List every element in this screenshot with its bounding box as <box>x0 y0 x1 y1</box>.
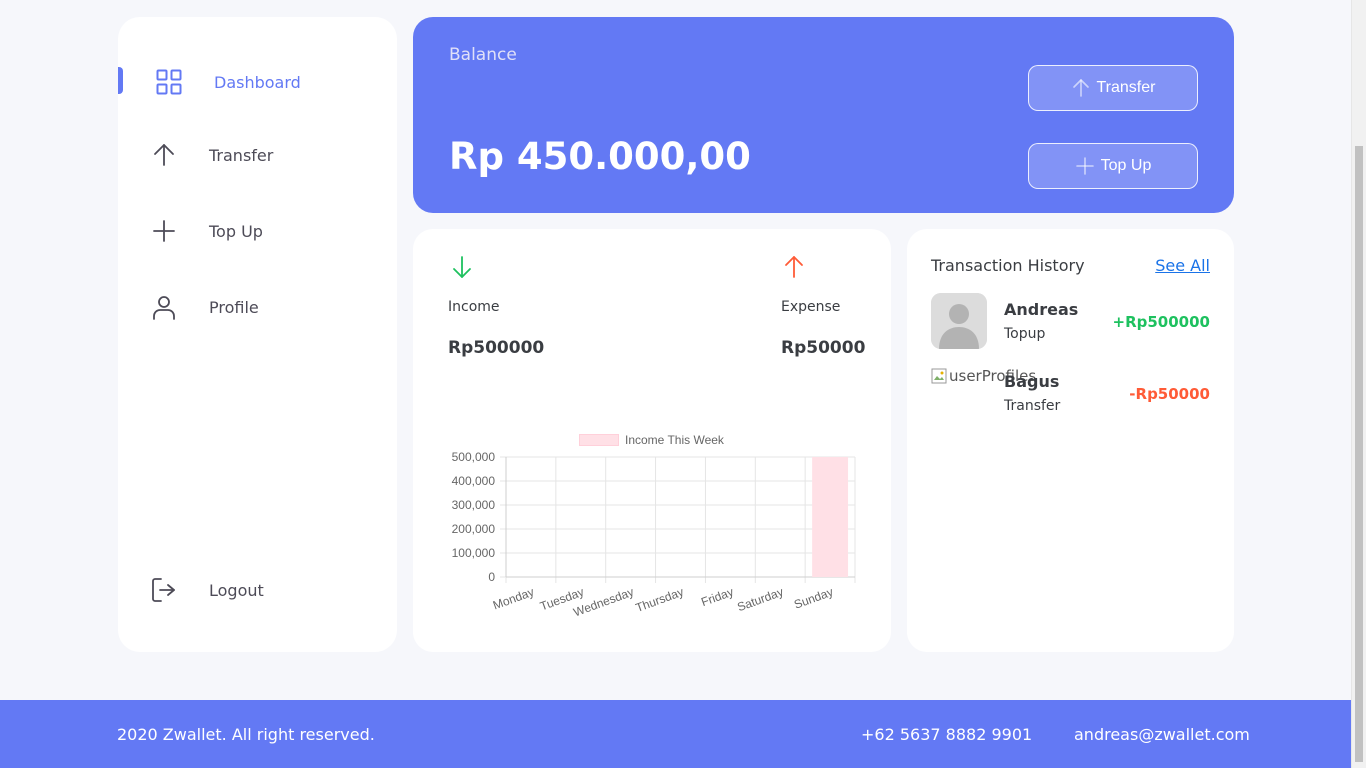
topup-button[interactable]: Top Up <box>1028 143 1198 189</box>
y-tick-label: 100,000 <box>452 546 496 560</box>
sidebar-item-topup[interactable]: Top Up <box>118 211 397 251</box>
sidebar-item-label: Top Up <box>209 221 263 241</box>
footer: 2020 Zwallet. All right reserved. +62 56… <box>0 700 1351 768</box>
y-tick-label: 200,000 <box>452 522 496 536</box>
balance-label: Balance <box>449 45 517 65</box>
y-tick-label: 300,000 <box>452 498 496 512</box>
transfer-button-label: Transfer <box>1096 79 1156 96</box>
see-all-link[interactable]: See All <box>1155 256 1210 275</box>
default-avatar-icon <box>931 293 987 349</box>
transaction-history-title: Transaction History <box>931 256 1085 275</box>
sidebar-item-label: Logout <box>209 580 264 600</box>
transaction-name: Bagus <box>1004 372 1060 391</box>
sidebar-item-logout[interactable]: Logout <box>118 570 397 610</box>
balance-amount: Rp 450.000,00 <box>449 135 751 178</box>
arrow-up-icon <box>1072 79 1089 97</box>
sidebar: Dashboard Transfer Top Up Profile Logout <box>118 17 397 652</box>
transaction-name: Andreas <box>1004 300 1079 319</box>
page-scrollbar[interactable] <box>1351 0 1366 768</box>
footer-copyright: 2020 Zwallet. All right reserved. <box>117 725 375 744</box>
x-tick-label: Friday <box>699 585 735 610</box>
transaction-row[interactable]: userProfiles Bagus Transfer -Rp50000 <box>931 365 1210 421</box>
transaction-amount: +Rp500000 <box>1112 313 1210 331</box>
logout-icon <box>151 577 177 603</box>
footer-email: andreas@zwallet.com <box>1074 725 1250 744</box>
transaction-row[interactable]: Andreas Topup +Rp500000 <box>931 293 1210 349</box>
y-tick-label: 500,000 <box>452 450 496 464</box>
avatar <box>931 293 987 349</box>
scrollbar-thumb[interactable] <box>1355 146 1363 762</box>
y-tick-label: 0 <box>488 570 495 584</box>
income-chart: 500,000 400,000 300,000 200,000 100,000 0Mond… <box>452 450 856 619</box>
transaction-amount: -Rp50000 <box>1129 385 1210 403</box>
sidebar-item-profile[interactable]: Profile <box>118 287 397 327</box>
user-icon <box>151 294 177 320</box>
sidebar-item-label: Transfer <box>209 145 274 165</box>
sidebar-item-transfer[interactable]: Transfer <box>118 135 397 175</box>
chart-bar <box>812 457 849 577</box>
sidebar-item-label: Profile <box>209 297 259 317</box>
active-indicator <box>118 67 123 94</box>
sidebar-item-dashboard[interactable]: Dashboard <box>118 62 397 102</box>
transaction-type: Transfer <box>1004 398 1061 414</box>
income-expense-card: Income Rp500000 Expense Rp50000 Income T… <box>413 229 891 652</box>
topup-button-label: Top Up <box>1100 157 1152 174</box>
x-tick-label: Saturday <box>735 585 785 615</box>
x-tick-label: Thursday <box>634 585 686 615</box>
footer-phone: +62 5637 8882 9901 <box>861 725 1033 744</box>
balance-card: Balance Rp 450.000,00 Transfer Top Up <box>413 17 1234 213</box>
plus-icon <box>1075 157 1094 175</box>
transaction-history-card: Transaction History See All Andreas Topu… <box>907 229 1234 652</box>
x-tick-label: Sunday <box>792 585 835 612</box>
y-tick-label: 400,000 <box>452 474 496 488</box>
sidebar-item-label: Dashboard <box>214 72 301 92</box>
transfer-button[interactable]: Transfer <box>1028 65 1198 111</box>
x-tick-label: Monday <box>491 585 536 613</box>
transaction-type: Topup <box>1004 326 1046 342</box>
arrow-up-icon <box>151 142 177 168</box>
plus-icon <box>151 218 177 244</box>
broken-image-icon <box>931 368 947 384</box>
grid-icon <box>156 69 182 95</box>
